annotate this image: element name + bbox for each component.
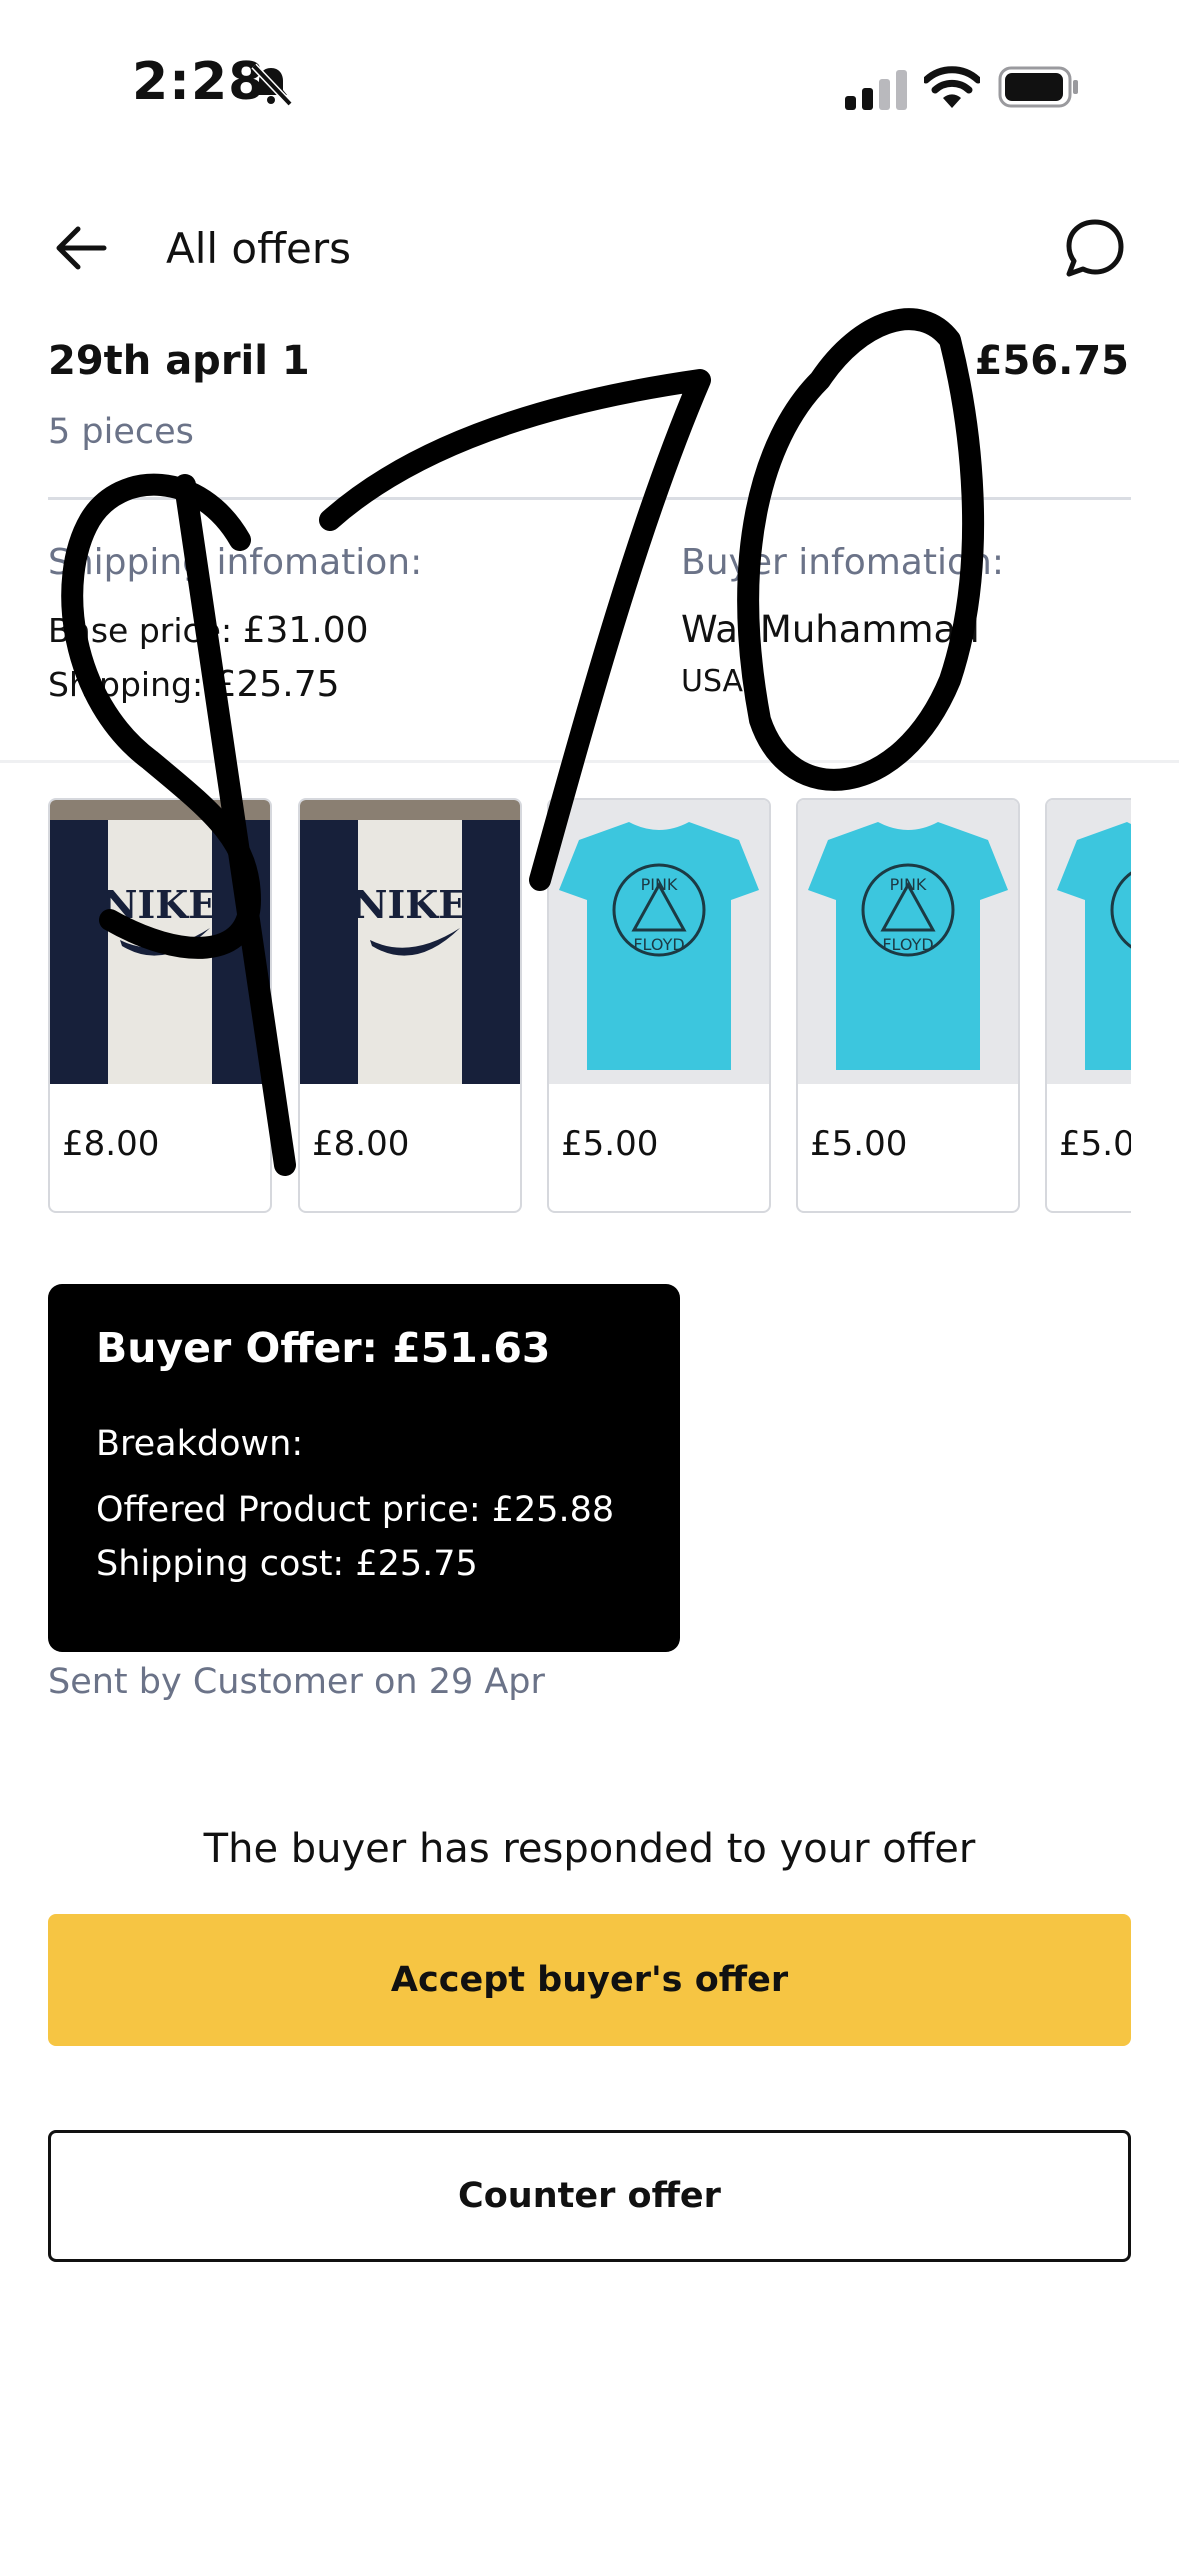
shipping-row: Shipping: £25.75 (48, 664, 340, 705)
product-price: £5.00 (1059, 1124, 1131, 1164)
buyer-offer-card: Buyer Offer: £51.63 Breakdown: Offered P… (48, 1284, 680, 1652)
accept-offer-button[interactable]: Accept buyer's offer (48, 1914, 1131, 2046)
pink-floyd-tshirt-image (1047, 800, 1131, 1084)
shipping-value: £25.75 (213, 664, 340, 705)
divider (48, 497, 1131, 500)
product-card[interactable]: PINK FLOYD £5.00 (547, 798, 771, 1213)
svg-text:FLOYD: FLOYD (633, 935, 684, 954)
buyer-name: Wal Muhammad (681, 608, 980, 651)
base-price-value: £31.00 (242, 610, 369, 651)
back-arrow-icon[interactable] (52, 218, 112, 278)
product-price: £8.00 (62, 1124, 160, 1164)
battery-icon (998, 66, 1078, 108)
nike-sweatshirt-image: NIKE (50, 800, 270, 1084)
offered-shipping-cost: Shipping cost: £25.75 (96, 1544, 478, 1584)
shipping-label: Shipping: (48, 665, 204, 704)
bell-muted-icon (251, 63, 293, 107)
buyer-offer-heading: Buyer Offer: £51.63 (96, 1324, 551, 1372)
response-message: The buyer has responded to your offer (203, 1826, 976, 1872)
pink-floyd-tshirt-image: PINK FLOYD (798, 800, 1018, 1084)
base-price-row: Base price: £31.00 (48, 610, 369, 651)
svg-text:NIKE: NIKE (353, 882, 468, 927)
breakdown-label: Breakdown: (96, 1424, 304, 1464)
svg-text:PINK: PINK (890, 875, 927, 894)
pink-floyd-tshirt-image: PINK FLOYD (549, 800, 769, 1084)
svg-text:NIKE: NIKE (103, 882, 218, 927)
section-separator (0, 760, 1179, 763)
pieces-count: 5 pieces (48, 412, 194, 452)
product-price: £5.00 (561, 1124, 659, 1164)
buyer-info-heading: Buyer infomation: (681, 542, 1004, 583)
chat-bubble-icon[interactable] (1062, 216, 1128, 282)
product-card[interactable]: NIKE £8.00 (48, 798, 272, 1213)
product-card[interactable]: PINK FLOYD £5.00 (796, 798, 1020, 1213)
offered-product-price: Offered Product price: £25.88 (96, 1490, 615, 1530)
product-price: £5.00 (810, 1124, 908, 1164)
product-card[interactable]: NIKE £8.00 (298, 798, 522, 1213)
svg-text:PINK: PINK (641, 875, 678, 894)
wifi-icon (924, 66, 980, 108)
buyer-country: USA (681, 664, 744, 699)
svg-text:FLOYD: FLOYD (882, 935, 933, 954)
status-time: 2:28 (132, 52, 266, 112)
base-price-label: Base price: (48, 611, 233, 650)
nike-sweatshirt-image: NIKE (300, 800, 520, 1084)
counter-offer-button[interactable]: Counter offer (48, 2130, 1131, 2262)
sent-by-text: Sent by Customer on 29 Apr (48, 1662, 545, 1702)
shipping-info-heading: Shipping infomation: (48, 542, 423, 583)
offer-total: £56.75 (974, 338, 1129, 384)
product-carousel[interactable]: NIKE £8.00 NIKE £8.00 PINK FLOYD £5.00 P… (48, 798, 1131, 1213)
page-title: All offers (166, 224, 352, 273)
product-price: £8.00 (312, 1124, 410, 1164)
offer-title: 29th april 1 (48, 338, 310, 384)
cellular-signal-icon (845, 70, 907, 110)
product-card[interactable]: £5.00 (1045, 798, 1131, 1213)
